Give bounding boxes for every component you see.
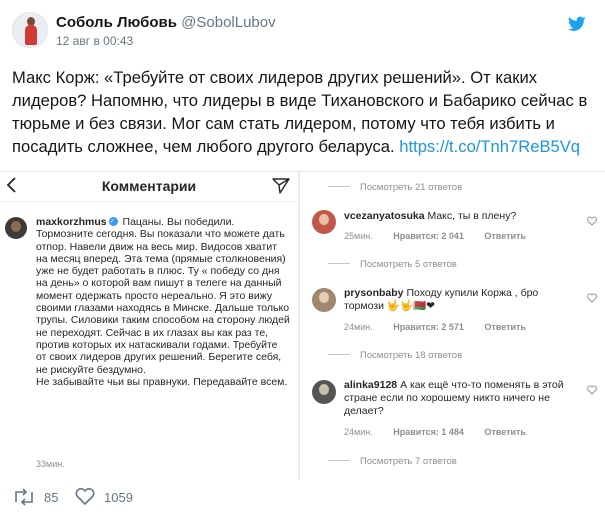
retweet-button[interactable]: 85 [12,486,58,508]
comment-body: Пацаны. Вы победили. Тормозните сегодня.… [36,216,290,376]
tweet-date[interactable]: 12 авг в 00:43 [56,34,133,48]
author-avatar[interactable] [12,12,48,48]
reply-meta: 25мин. Нравится: 2 041 Ответить [344,231,544,241]
comment-username: maxkorzhmus [36,216,107,228]
send-icon [272,178,290,194]
view-replies: Посмотреть 7 ответов [328,456,457,467]
view-replies: Посмотреть 21 ответов [328,182,462,193]
like-button[interactable]: 1059 [74,486,133,508]
reply-text: prysonbaby Походу купили Коржа , бро тор… [344,287,544,313]
like-count: 1059 [104,489,133,505]
author-handle[interactable]: @SobolLubov [181,14,275,31]
reply-button: Ответить [484,231,526,241]
reply-time: 24мин. [344,322,373,332]
reply-username: alinka9128 [344,379,398,391]
reply-username: prysonbaby [344,287,404,299]
reply-time: 24мин. [344,427,373,437]
reply-text: alinka9128 А как ещё что-то поменять в э… [344,379,570,418]
heart-icon [587,216,597,226]
heart-icon [587,293,597,303]
avatar [312,288,336,312]
reply-text: vcezanyatosuka Макс, ты в плену? [344,210,580,223]
instagram-replies-screenshot: Посмотреть 21 ответов vcezanyatosuka Мак… [302,172,605,480]
reply-meta: 24мин. Нравится: 1 484 Ответить [344,427,544,437]
reply-button: Ответить [484,427,526,437]
twitter-bird-icon[interactable] [568,16,586,32]
avatar [5,217,27,239]
reply-body: Макс, ты в плену? [427,210,517,222]
reply-meta: 24мин. Нравится: 2 571 Ответить [344,322,544,332]
view-replies: Посмотреть 5 ответов [328,259,457,270]
heart-icon [587,385,597,395]
instagram-comment-screenshot: Комментарии maxkorzhmus Пацаны. Вы побед… [0,172,300,480]
heart-icon [75,488,95,505]
reply-likes: Нравится: 1 484 [393,427,464,437]
tweet-actions: 85 1059 [12,486,312,508]
reply-time: 25мин. [344,231,373,241]
tweet-text: Макс Корж: «Требуйте от своих лидеров др… [12,66,592,158]
avatar [312,380,336,404]
comment-text: maxkorzhmus Пацаны. Вы победили. Тормозн… [36,215,290,388]
reply-username: vcezanyatosuka [344,210,425,222]
author-name-line[interactable]: Соболь Любовь @SobolLubov [56,14,276,31]
retweet-count: 85 [44,489,59,505]
tweet-link[interactable]: https://t.co/Tnh7ReB5Vq [399,137,580,156]
comment-body-end: Не забывайте чьи вы правнуки. Передавайт… [36,375,288,388]
comments-topbar: Комментарии [0,172,298,202]
tweet-header: Соболь Любовь @SobolLubov 12 авг в 00:43 [12,10,592,56]
comments-title: Комментарии [101,178,197,194]
reply-button: Ответить [484,322,526,332]
reply-likes: Нравится: 2 041 [393,231,464,241]
verified-badge-icon [108,215,118,227]
comment-time: 33мин. [36,459,65,469]
retweet-icon [15,488,33,506]
avatar [312,210,336,234]
reply-likes: Нравится: 2 571 [393,322,464,332]
tweet-media[interactable]: Комментарии maxkorzhmus Пацаны. Вы побед… [0,171,605,480]
author-name[interactable]: Соболь Любовь [56,14,177,31]
view-replies: Посмотреть 18 ответов [328,350,462,361]
